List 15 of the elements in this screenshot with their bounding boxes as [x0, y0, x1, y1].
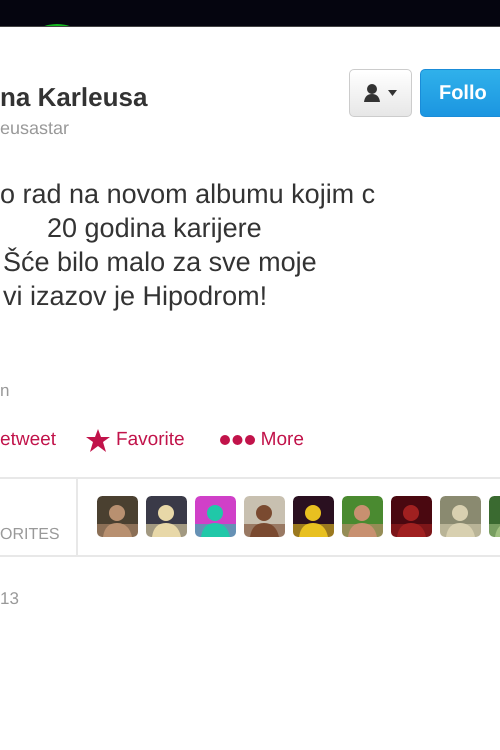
profile-name: na Karleusa — [0, 82, 148, 112]
favorite-action[interactable]: Favorite — [86, 426, 185, 454]
tweet-text-line: 20 godina karijere — [46, 212, 262, 245]
favorites-label: ORITES — [0, 526, 60, 542]
user-menu-button[interactable] — [349, 69, 412, 117]
tweet-text-line: Šće bilo malo za sve moje — [2, 246, 317, 279]
retweet-action[interactable]: etweet — [0, 426, 56, 454]
caret-icon — [388, 90, 397, 96]
tweet-text-line: o rad na novom albumu kojim c — [0, 178, 376, 211]
star-icon — [86, 428, 110, 452]
dots-icon — [220, 435, 255, 446]
more-action[interactable]: More — [220, 426, 304, 454]
profile-handle: eusastar — [0, 117, 70, 140]
tweet-text-line: vi izazov je Hipodrom! — [2, 280, 268, 313]
tweet-timestamp: 13 — [0, 588, 19, 610]
